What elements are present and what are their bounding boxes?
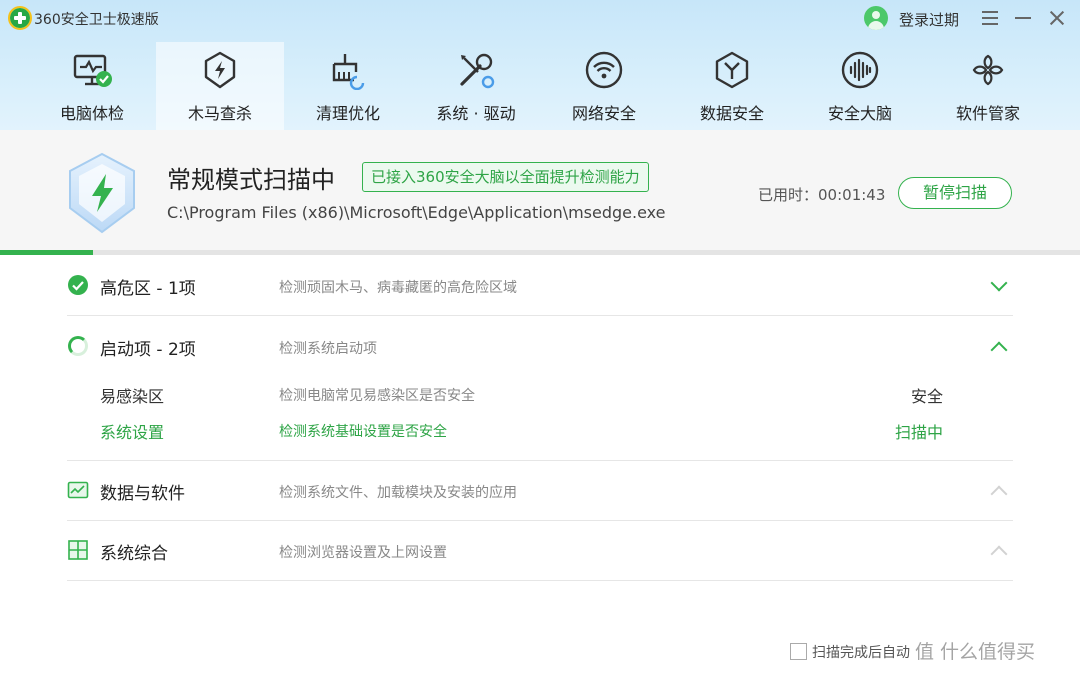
- check-circle-icon: [67, 274, 89, 296]
- tab-label: 软件管家: [924, 100, 1052, 124]
- close-icon[interactable]: [1045, 6, 1069, 30]
- apps-grid-icon: [968, 50, 1008, 90]
- app-logo-icon: [10, 8, 30, 28]
- category-desc: 检测系统启动项: [279, 338, 377, 358]
- scan-progress-bar: [0, 250, 1080, 255]
- category-desc: 检测顽固木马、病毒藏匿的高危险区域: [279, 277, 517, 297]
- elapsed-time: 已用时：00:01:43: [758, 184, 885, 205]
- scan-shield-icon: [68, 152, 136, 234]
- scan-item-status: 安全: [911, 383, 943, 407]
- wifi-icon: [584, 50, 624, 90]
- chevron-up-icon[interactable]: [989, 481, 1009, 501]
- monitor-check-icon: [72, 50, 112, 90]
- broom-icon: [328, 50, 368, 90]
- main-nav: 电脑体检 木马查杀 清理优化: [28, 42, 1052, 130]
- chevron-up-icon[interactable]: [989, 541, 1009, 561]
- chevron-up-icon[interactable]: [989, 337, 1009, 357]
- category-system-general[interactable]: 系统综合 检测浏览器设置及上网设置: [67, 521, 1013, 581]
- login-status-link[interactable]: 登录过期: [899, 9, 959, 30]
- auto-shutdown-label: 扫描完成后自动: [812, 645, 910, 661]
- category-data-software[interactable]: 数据与软件 检测系统文件、加载模块及安装的应用: [67, 461, 1013, 521]
- scan-title: 常规模式扫描中: [167, 160, 335, 195]
- scan-item-status: 扫描中: [895, 419, 943, 443]
- tab-label: 电脑体检: [28, 100, 156, 124]
- tab-label: 系统 · 驱动: [412, 100, 540, 124]
- tab-software-manager[interactable]: 软件管家: [924, 42, 1052, 130]
- tab-system-driver[interactable]: 系统 · 驱动: [412, 42, 540, 130]
- elapsed-value: 00:01:43: [818, 186, 885, 204]
- scan-item-name: 系统设置: [100, 419, 164, 443]
- tab-trojan-scan[interactable]: 木马查杀: [156, 42, 284, 130]
- title-bar[interactable]: 360安全卫士极速版 登录过期: [0, 0, 1080, 36]
- app-header: 360安全卫士极速版 登录过期 电脑体检 木马查杀: [0, 0, 1080, 130]
- tab-data-security[interactable]: 数据安全: [668, 42, 796, 130]
- scan-item-desc: 检测电脑常见易感染区是否安全: [279, 385, 475, 405]
- auto-shutdown-option[interactable]: 扫描完成后自动: [790, 642, 910, 662]
- user-avatar-icon[interactable]: [864, 6, 888, 30]
- category-desc: 检测系统文件、加载模块及安装的应用: [279, 482, 517, 502]
- spinner-icon: [68, 336, 88, 356]
- chart-folder-icon: [67, 479, 89, 501]
- category-name: 数据与软件: [100, 479, 185, 504]
- scan-progress-fill: [0, 250, 93, 255]
- tab-label: 网络安全: [540, 100, 668, 124]
- windows-logo-icon: [67, 539, 89, 561]
- app-title: 360安全卫士极速版: [34, 9, 159, 29]
- minimize-icon[interactable]: [1011, 6, 1035, 30]
- tab-label: 数据安全: [668, 100, 796, 124]
- category-name: 系统综合: [100, 539, 168, 564]
- category-name: 启动项 - 2项: [100, 335, 196, 360]
- tab-security-brain[interactable]: 安全大脑: [796, 42, 924, 130]
- tab-network-security[interactable]: 网络安全: [540, 42, 668, 130]
- tab-cleanup[interactable]: 清理优化: [284, 42, 412, 130]
- category-high-risk[interactable]: 高危区 - 1项 检测顽固木马、病毒藏匿的高危险区域: [67, 256, 1013, 316]
- chevron-down-icon[interactable]: [989, 276, 1009, 296]
- current-scan-path: C:\Program Files (x86)\Microsoft\Edge\Ap…: [167, 203, 665, 222]
- pause-scan-button[interactable]: 暂停扫描: [898, 177, 1012, 209]
- scan-item-name: 易感染区: [100, 383, 164, 407]
- auto-shutdown-checkbox[interactable]: [790, 643, 807, 660]
- hexagon-y-icon: [712, 50, 752, 90]
- scan-item-desc: 检测系统基础设置是否安全: [279, 421, 447, 441]
- menu-icon[interactable]: [978, 6, 1002, 30]
- scan-item-system-settings: 系统设置 检测系统基础设置是否安全 扫描中: [100, 415, 950, 445]
- category-desc: 检测浏览器设置及上网设置: [279, 542, 447, 562]
- scan-item-susceptible-area: 易感染区 检测电脑常见易感染区是否安全 安全: [100, 379, 950, 409]
- watermark: 值 什么值得买: [915, 637, 1035, 664]
- shield-bolt-icon: [200, 50, 240, 90]
- brain-wave-icon: [840, 50, 880, 90]
- tab-label: 安全大脑: [796, 100, 924, 124]
- scan-status-panel: 常规模式扫描中 已接入360安全大脑以全面提升检测能力 C:\Program F…: [0, 130, 1080, 255]
- tab-pc-checkup[interactable]: 电脑体检: [28, 42, 156, 130]
- category-name: 高危区 - 1项: [100, 274, 196, 299]
- tab-label: 清理优化: [284, 100, 412, 124]
- wrench-icon: [456, 50, 496, 90]
- security-brain-badge: 已接入360安全大脑以全面提升检测能力: [362, 162, 649, 192]
- elapsed-label: 已用时：: [758, 186, 818, 204]
- tab-label: 木马查杀: [156, 100, 284, 124]
